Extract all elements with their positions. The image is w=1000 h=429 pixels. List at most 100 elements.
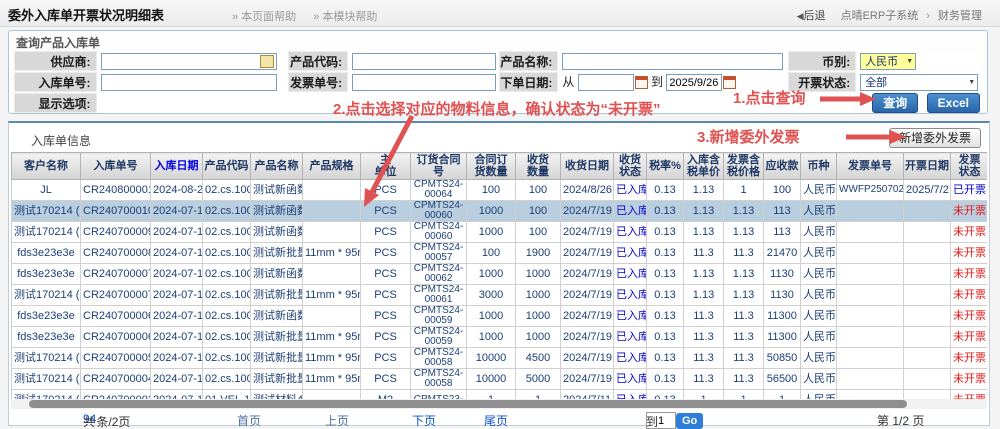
table-cell: 1 [724, 180, 764, 201]
table-cell: 未开票 [951, 201, 988, 222]
table-row[interactable]: fds3e23e3eCR2407000072024-07-1902.cs.100… [12, 264, 988, 285]
receipt-no-label: 入库单号: [14, 72, 97, 92]
table-row[interactable]: 测试170214 (XX)CR2407000052024-07-1902.cs.… [12, 348, 988, 369]
date-to-label: 到 [651, 75, 663, 89]
table-cell: 2024/7/19 10 [561, 243, 614, 264]
table-cell: CR240700010 [81, 201, 151, 222]
first-page-link[interactable]: 首页 [237, 412, 261, 429]
table-cell [303, 390, 361, 400]
table-cell: 4500 [516, 348, 561, 369]
table-cell: CPMTS24- 00060 [411, 222, 467, 243]
table-cell: 02.cs.100241 [203, 222, 251, 243]
column-header[interactable]: 产品代码 [203, 153, 251, 180]
table-cell: 100 [764, 180, 801, 201]
column-header[interactable]: 主 单位 [361, 153, 411, 180]
column-header[interactable]: 订货合同号 [411, 153, 467, 180]
table-cell: 1.13 [684, 285, 724, 306]
column-header[interactable]: 收货 状态 [614, 153, 647, 180]
table-cell: 11mm * 95m [303, 369, 361, 390]
column-header[interactable]: 税率% [647, 153, 684, 180]
table-cell: 113 [764, 222, 801, 243]
table-cell: WWFP250702001 [837, 180, 904, 201]
last-page-link[interactable]: 尾页 [484, 412, 508, 429]
table-cell [904, 222, 951, 243]
table-cell: 11.3 [684, 369, 724, 390]
currency-select[interactable]: 人民币▼ [860, 53, 916, 70]
table-cell: 0.13 [647, 180, 684, 201]
back-arrow-icon: ◀ [797, 11, 804, 21]
table-cell: 已入库 [614, 390, 647, 400]
column-header[interactable]: 发票含 税价格 [724, 153, 764, 180]
table-cell: 02.cs.100246 [203, 327, 251, 348]
invoice-no-input[interactable] [352, 74, 496, 91]
date-to-input[interactable] [666, 74, 722, 91]
column-header[interactable]: 收货 数量 [516, 153, 561, 180]
supplier-lookup-icon[interactable] [260, 55, 274, 68]
table-cell: 02.cs.100241 [203, 306, 251, 327]
table-cell: PCS [361, 369, 411, 390]
column-header[interactable]: 收货日期 [561, 153, 614, 180]
table-row[interactable]: fds3e23e3eCR2407000062024-07-1902.cs.100… [12, 306, 988, 327]
chevron-down-icon: ▼ [968, 79, 975, 86]
table-cell [904, 327, 951, 348]
breadcrumb-module[interactable]: 财务管理 [938, 10, 982, 22]
scrollbar-thumb[interactable] [29, 400, 907, 408]
column-header[interactable]: 客户名称 [12, 153, 81, 180]
table-cell: 未开票 [951, 348, 988, 369]
table-cell: 2025/7/2 [904, 180, 951, 201]
table-cell: 2024-07-19 [151, 327, 203, 348]
table-cell [837, 348, 904, 369]
column-header[interactable]: 产品名称 [251, 153, 303, 180]
column-header[interactable]: 开票日期 [904, 153, 951, 180]
table-cell: 1 [724, 390, 764, 400]
date-from-input[interactable] [578, 74, 634, 91]
table-row[interactable]: fds3e23e3eCR2407000062024-07-1902.cs.100… [12, 327, 988, 348]
prev-page-link[interactable]: 上页 [325, 412, 349, 429]
column-header[interactable]: 入库单号 [81, 153, 151, 180]
module-help-link[interactable]: » 本模块帮助 [313, 11, 377, 23]
breadcrumb-system[interactable]: 点晴ERP子系统 [841, 10, 919, 22]
table-cell: 11mm * 95m [303, 327, 361, 348]
table-row[interactable]: 测试170214 (XX)CR2407000102024-07-1902.cs.… [12, 201, 988, 222]
page-help-link[interactable]: » 本页面帮助 [232, 11, 296, 23]
column-header[interactable]: 币种 [801, 153, 837, 180]
table-row[interactable]: fds3e23e3eCR2407000082024-07-1902.cs.100… [12, 243, 988, 264]
table-row[interactable]: 测试170214 (XX)CR2407000042024-07-1902.cs.… [12, 369, 988, 390]
back-button[interactable]: ◀后退 [797, 10, 826, 22]
column-header[interactable]: 入库含 税单价 [684, 153, 724, 180]
table-cell: 100 [516, 180, 561, 201]
excel-button[interactable]: Excel [927, 93, 980, 113]
horizontal-scrollbar[interactable] [11, 399, 987, 409]
table-cell: 02.cs.100246 [203, 369, 251, 390]
currency-label: 币别: [788, 51, 856, 71]
receipt-no-input[interactable] [101, 74, 277, 91]
table-row[interactable]: 测试170214 (XX)CR2407000032024-07-1101.VEL… [12, 390, 988, 400]
column-header[interactable]: 入库日期 [151, 153, 203, 180]
table-cell: 11.3 [724, 348, 764, 369]
table-row[interactable]: JLCR2408000012024-08-2602.cs.100241测试新函数… [12, 180, 988, 201]
column-header[interactable]: 产品规格 [303, 153, 361, 180]
add-outsource-invoice-button[interactable]: 新增委外发票 [889, 128, 981, 148]
table-row[interactable]: 测试170214 (XX)CR2407000072024-07-1902.cs.… [12, 285, 988, 306]
product-name-input[interactable] [562, 53, 783, 70]
column-header[interactable]: 发票单号 [837, 153, 904, 180]
column-header[interactable]: 合同订 货数量 [467, 153, 516, 180]
product-code-input[interactable] [352, 53, 496, 70]
column-header[interactable]: 应收款 [764, 153, 801, 180]
goto-page-group: 到 页 Go [646, 412, 676, 429]
table-cell: 测试170214 (XX) [12, 369, 81, 390]
table-cell: 测试新函数成 [251, 201, 303, 222]
next-page-link[interactable]: 下页 [412, 412, 436, 429]
supplier-input[interactable] [101, 53, 277, 70]
table-cell: 测试材料4160E [251, 390, 303, 400]
calendar-icon[interactable] [635, 76, 648, 89]
table-cell: 2024-07-19 [151, 285, 203, 306]
table-row[interactable]: 测试170214 (XX)CR2407000092024-07-1902.cs.… [12, 222, 988, 243]
search-button[interactable]: 查询 [872, 93, 918, 113]
table-cell: 测试新批量领 [251, 369, 303, 390]
date-from-label: 从 [562, 75, 574, 89]
invoice-status-select[interactable]: 全部▼ [860, 74, 978, 91]
table-cell: PCS [361, 327, 411, 348]
go-button[interactable]: Go [676, 413, 703, 429]
column-header[interactable]: 发票 状态 [951, 153, 988, 180]
